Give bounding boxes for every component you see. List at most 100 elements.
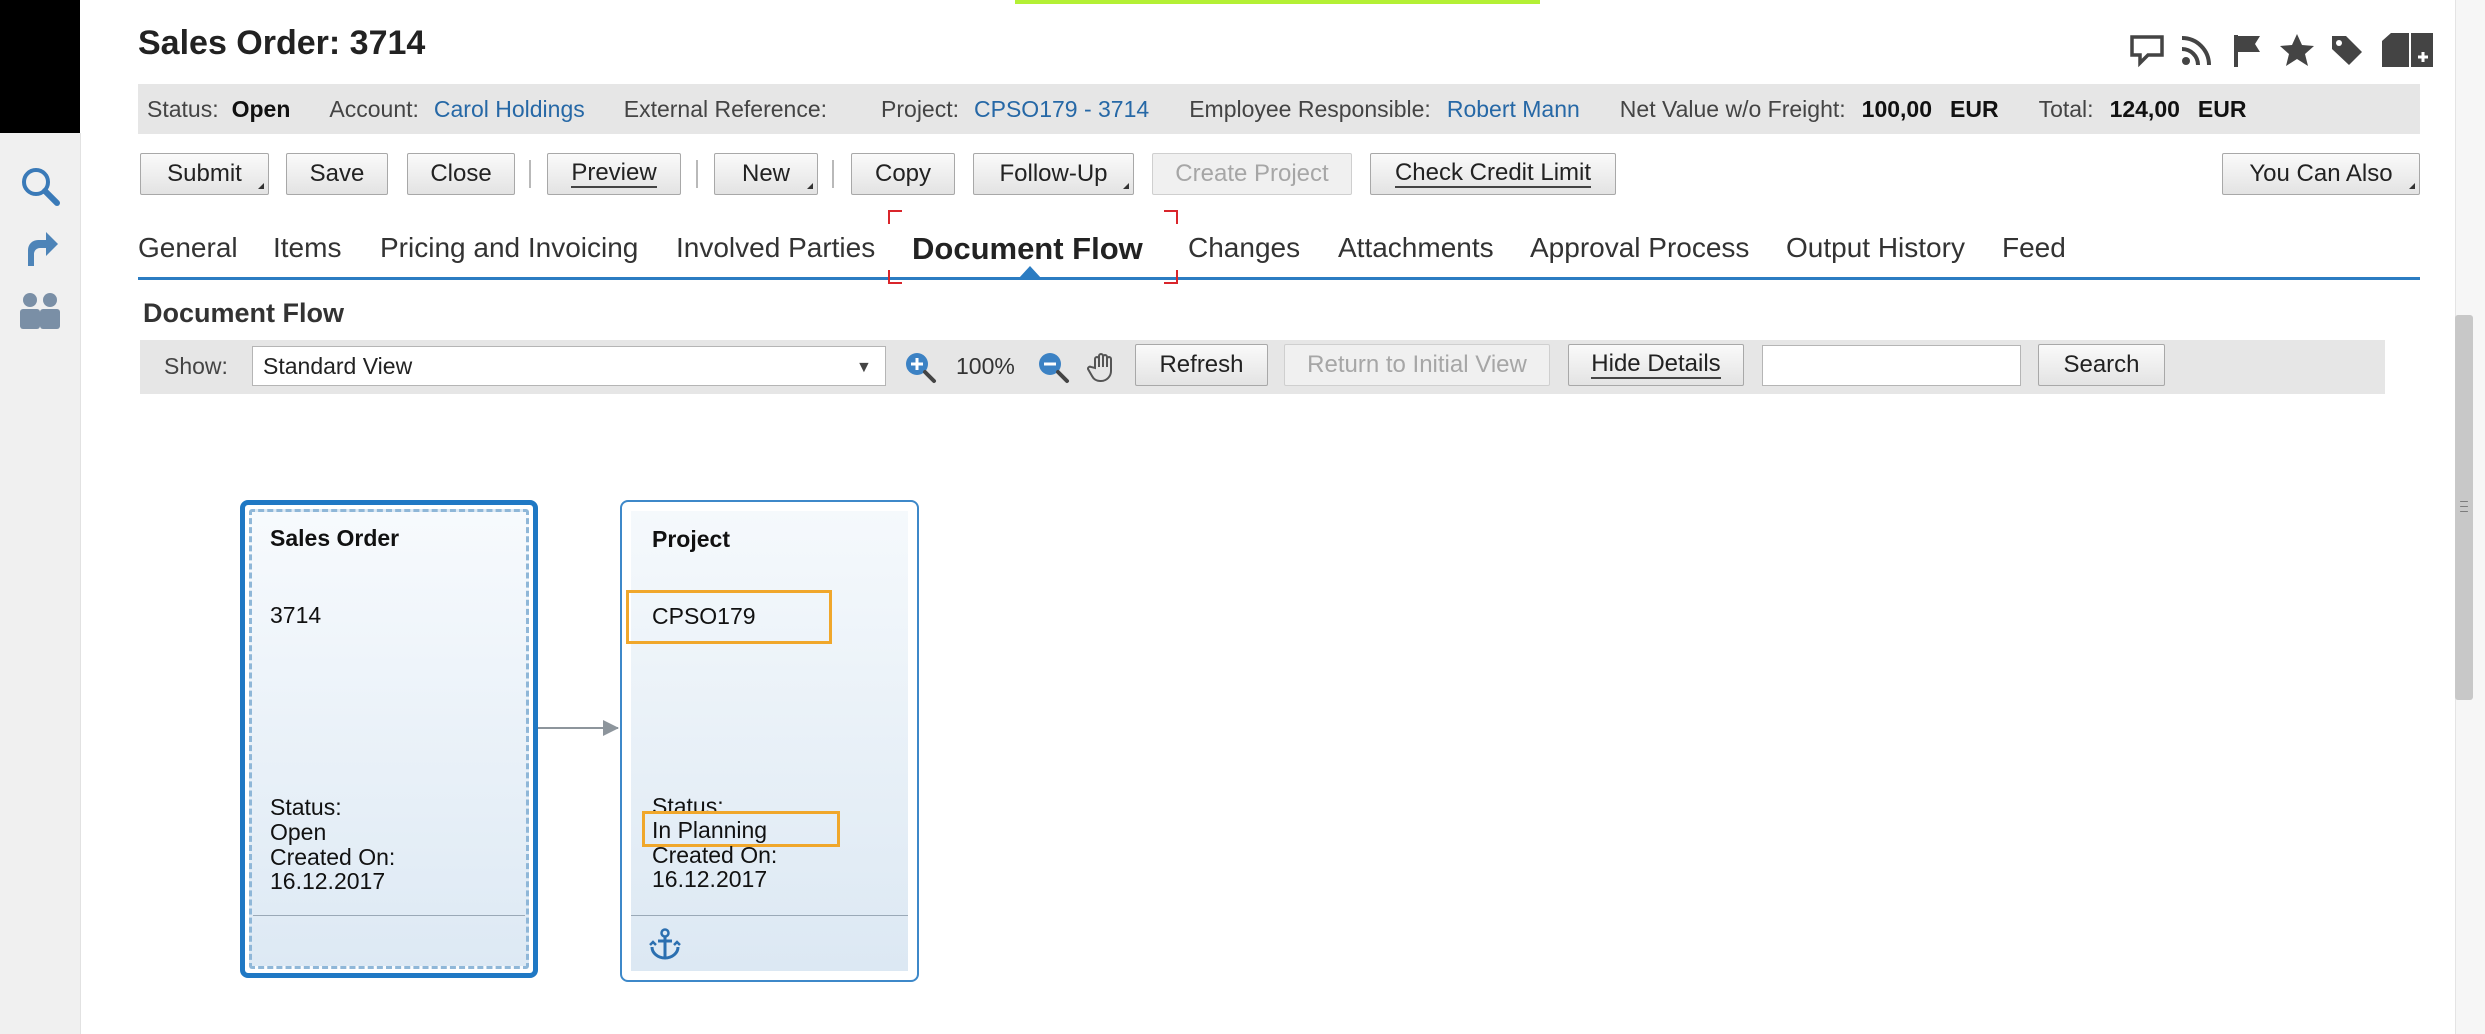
card-divider (631, 915, 908, 916)
tab-involved-parties[interactable]: Involved Parties (676, 232, 875, 264)
card-created-label: Created On: (652, 842, 778, 868)
project-card-body (631, 511, 908, 971)
flow-arrow-icon (603, 720, 619, 736)
tab-feed[interactable]: Feed (2002, 232, 2066, 264)
preview-button[interactable]: Preview (547, 153, 681, 195)
project-card[interactable]: Project CPSO179 Status: In Planning Crea… (620, 500, 919, 982)
card-status-value: Open (270, 819, 327, 845)
save-button-label: Save (309, 160, 365, 187)
tab-approval-process[interactable]: Approval Process (1530, 232, 1749, 264)
submit-button[interactable]: Submit (140, 153, 269, 195)
tab-underline (138, 277, 2420, 280)
toolbar-separator (696, 160, 698, 188)
search-icon[interactable] (14, 160, 66, 212)
sales-order-card-body (249, 509, 529, 969)
project-label: Project: (881, 95, 960, 122)
zoom-level: 100% (956, 353, 1015, 379)
tab-document-flow[interactable]: Document Flow (912, 231, 1143, 267)
section-title: Document Flow (143, 298, 344, 328)
create-project-button[interactable]: Create Project (1152, 153, 1352, 195)
info-bar: Status: Open Account: Carol Holdings Ext… (138, 84, 2420, 134)
zoom-out-icon[interactable] (1036, 350, 1070, 384)
hide-details-button[interactable]: Hide Details (1568, 344, 1744, 386)
rss-icon[interactable] (2178, 31, 2216, 69)
view-select-value: Standard View (263, 352, 413, 379)
account-link[interactable]: Carol Holdings (434, 96, 585, 123)
tab-attachments[interactable]: Attachments (1338, 232, 1494, 264)
total-amount: 124,00 (2109, 95, 2180, 122)
hide-details-button-label: Hide Details (1591, 350, 1721, 379)
tab-strip: General Items Pricing and Invoicing Invo… (138, 222, 2420, 280)
check-credit-limit-button[interactable]: Check Credit Limit (1370, 153, 1616, 195)
status-label: Status: (147, 95, 219, 122)
copy-button-label: Copy (874, 160, 932, 187)
return-to-initial-view-button-label: Return to Initial View (1307, 351, 1527, 378)
close-button[interactable]: Close (407, 153, 515, 195)
check-credit-limit-button-label: Check Credit Limit (1394, 159, 1592, 188)
card-document-id: 3714 (270, 602, 322, 628)
go-back-icon[interactable] (14, 222, 66, 274)
submit-button-label: Submit (167, 160, 242, 187)
preview-button-label: Preview (571, 159, 657, 188)
header-actions (2128, 28, 2438, 72)
follow-up-button[interactable]: Follow-Up (973, 153, 1134, 195)
card-title: Sales Order (270, 525, 400, 551)
search-button[interactable]: Search (2038, 344, 2165, 386)
project-link[interactable]: CPSO179 - 3714 (974, 96, 1149, 123)
search-button-label: Search (2063, 351, 2140, 378)
refresh-button[interactable]: Refresh (1135, 344, 1268, 386)
return-to-initial-view-button[interactable]: Return to Initial View (1284, 344, 1550, 386)
view-select[interactable]: Standard View (252, 346, 886, 386)
employee-responsible-label: Employee Responsible: (1189, 95, 1431, 122)
pan-hand-icon[interactable] (1086, 350, 1120, 384)
tab-items[interactable]: Items (273, 232, 341, 264)
refresh-button-label: Refresh (1159, 351, 1244, 378)
show-label: Show: (164, 353, 228, 379)
tab-general[interactable]: General (138, 232, 238, 264)
close-button-label: Close (430, 160, 492, 187)
tag-icon[interactable] (2328, 31, 2366, 69)
highlight-box (626, 590, 832, 644)
scrollbar-grip-icon: – – – (2460, 492, 2468, 518)
account-label: Account: (329, 95, 419, 122)
anchor-icon[interactable] (648, 927, 682, 961)
users-icon[interactable] (14, 284, 66, 336)
chat-icon[interactable] (2128, 31, 2166, 69)
total-label: Total: (2038, 95, 2094, 122)
top-left-dark-area (0, 0, 80, 133)
net-value-label: Net Value w/o Freight: (1619, 95, 1846, 122)
create-project-button-label: Create Project (1175, 160, 1329, 187)
total-currency: EUR (2197, 95, 2247, 122)
flag-icon[interactable] (2228, 31, 2266, 69)
active-tab-indicator (1019, 266, 1041, 278)
external-reference-label: External Reference: (623, 95, 828, 122)
save-button[interactable]: Save (286, 153, 388, 195)
focus-frame-corner (888, 210, 902, 224)
net-value-amount: 100,00 (1861, 95, 1933, 122)
you-can-also-button[interactable]: You Can Also (2222, 153, 2420, 195)
toolbar-separator (832, 160, 834, 188)
card-created-value: 16.12.2017 (270, 868, 386, 894)
left-rail (0, 133, 81, 1034)
search-input[interactable] (1762, 345, 2021, 386)
follow-up-button-label: Follow-Up (999, 160, 1108, 187)
tab-pricing-and-invoicing[interactable]: Pricing and Invoicing (380, 232, 638, 264)
page-title: Sales Order: 3714 (138, 24, 426, 62)
zoom-in-icon[interactable] (903, 350, 937, 384)
tab-output-history[interactable]: Output History (1786, 232, 1965, 264)
chevron-down-icon[interactable]: ▼ (856, 359, 872, 377)
card-created-value: 16.12.2017 (652, 866, 768, 892)
card-title: Project (652, 526, 730, 552)
toolbar-separator (529, 160, 531, 188)
sales-order-card[interactable]: Sales Order 3714 Status: Open Created On… (240, 500, 538, 978)
tab-changes[interactable]: Changes (1188, 232, 1300, 264)
status-value: Open (231, 95, 291, 122)
new-button-label: New (741, 160, 790, 187)
star-icon[interactable] (2278, 31, 2316, 69)
card-created-label: Created On: (270, 844, 396, 870)
copy-button[interactable]: Copy (851, 153, 955, 195)
new-document-icon[interactable] (2378, 31, 2438, 69)
employee-responsible-link[interactable]: Robert Mann (1447, 96, 1580, 123)
card-divider (253, 915, 525, 916)
new-button[interactable]: New (714, 153, 818, 195)
